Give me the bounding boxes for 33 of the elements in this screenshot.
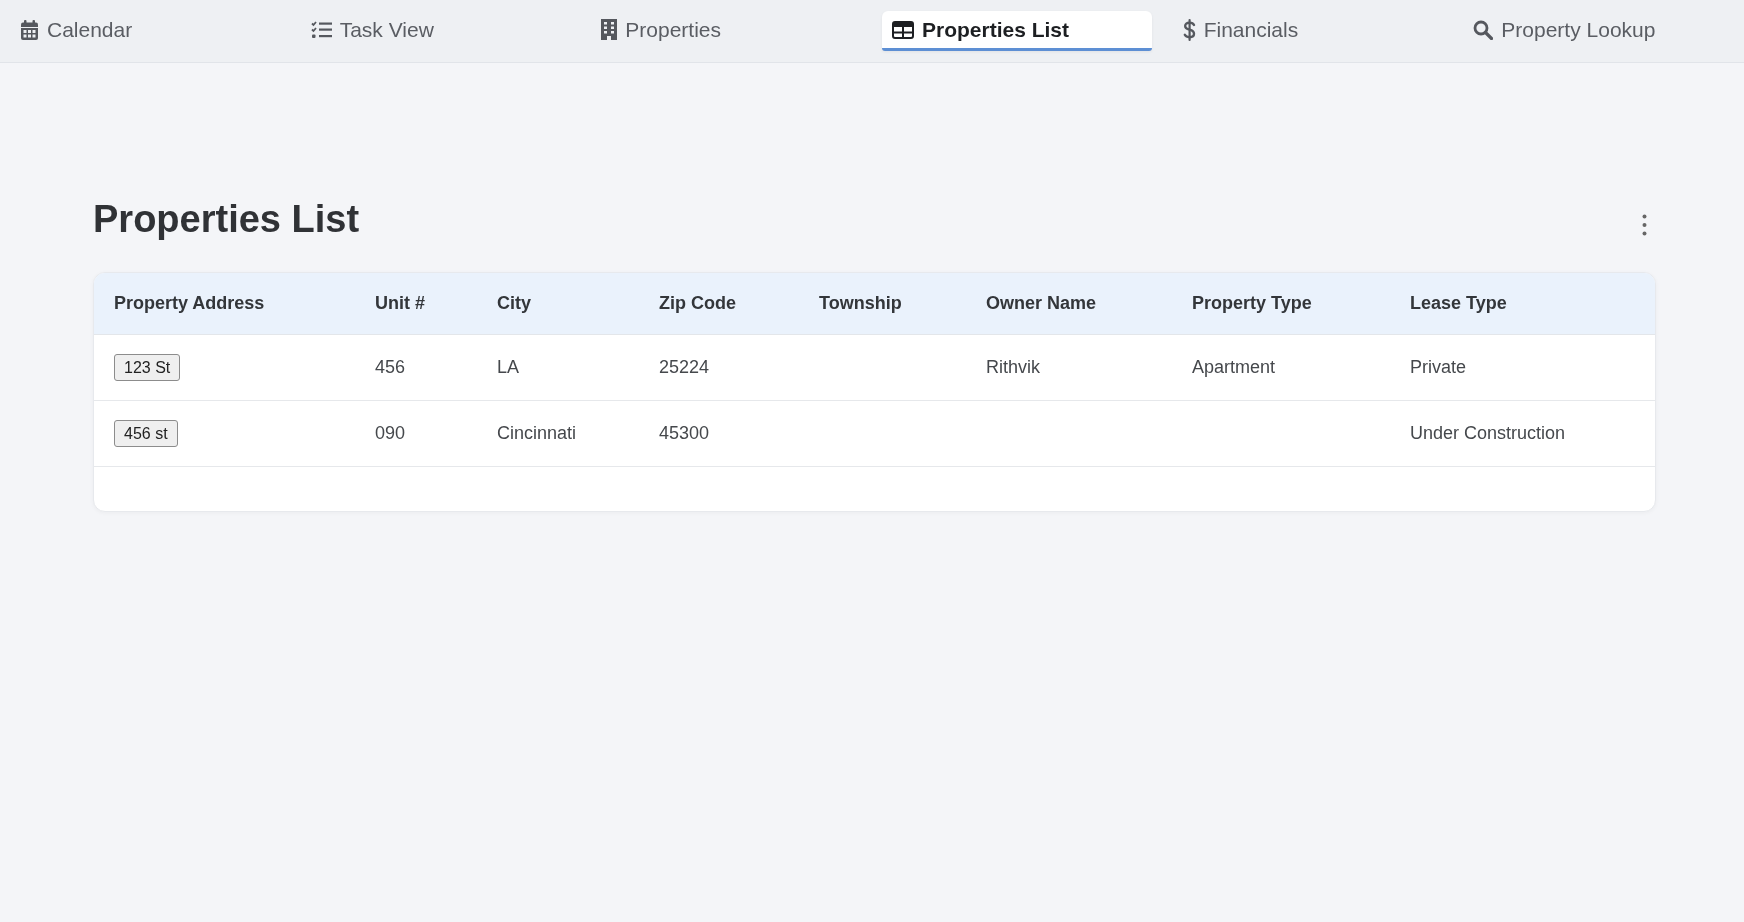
search-icon xyxy=(1473,19,1494,40)
column-header: Lease Type xyxy=(1410,292,1507,313)
column-header: Property Address xyxy=(114,292,265,313)
table-cell: 090 xyxy=(375,422,406,443)
nav-tab[interactable]: Properties xyxy=(591,11,862,51)
table-cell: LA xyxy=(497,356,520,377)
table-cell: Under Construction xyxy=(1410,422,1566,443)
table-cell: Private xyxy=(1410,356,1467,377)
nav-tab[interactable]: Property Lookup xyxy=(1463,11,1734,51)
column-header: City xyxy=(497,292,531,313)
nav-tab[interactable]: Properties List xyxy=(882,11,1152,51)
table-cell: Rithvik xyxy=(986,356,1040,377)
table-cell: Apartment xyxy=(1192,356,1276,377)
table-cell: Cincinnati xyxy=(497,422,577,443)
column-header: Owner Name xyxy=(986,292,1097,313)
table-cell: 25224 xyxy=(659,356,710,377)
dollar-icon xyxy=(1182,18,1196,41)
calendar-icon xyxy=(20,19,39,40)
page-title: Properties List xyxy=(93,197,360,242)
nav-tab[interactable]: Calendar xyxy=(10,11,280,51)
column-header: Unit # xyxy=(375,292,425,313)
column-header: Property Type xyxy=(1192,292,1312,313)
address-button[interactable]: 456 st xyxy=(114,419,178,447)
column-header: Zip Code xyxy=(659,292,736,313)
more-options-icon[interactable] xyxy=(1642,214,1647,236)
nav-tab[interactable]: Financials xyxy=(1172,11,1443,51)
address-button[interactable]: 123 St xyxy=(114,353,181,381)
table-cell: 45300 xyxy=(659,422,710,443)
nav-tab[interactable]: Task View xyxy=(300,11,571,51)
table-cell: 456 xyxy=(375,356,406,377)
table-icon xyxy=(892,20,914,39)
checklist-icon xyxy=(310,20,332,39)
building-icon xyxy=(601,19,618,40)
